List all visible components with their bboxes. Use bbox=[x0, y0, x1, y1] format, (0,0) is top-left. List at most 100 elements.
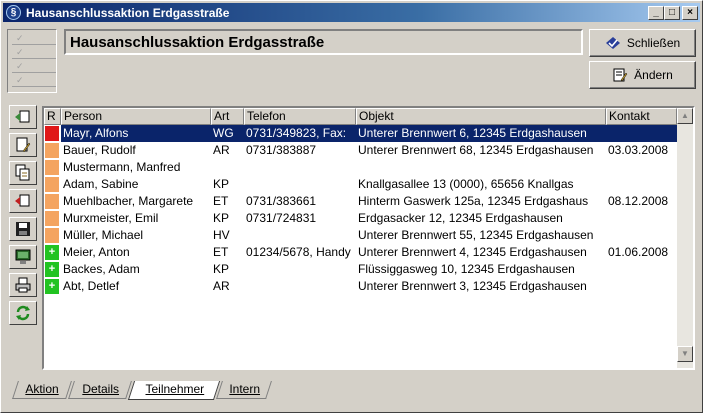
table-row[interactable]: Muehlbacher, Margarete ET 0731/383661 Hinte… bbox=[44, 193, 677, 210]
edit-doc-icon bbox=[613, 68, 628, 82]
cell-art: HV bbox=[213, 228, 230, 242]
participants-table: R Person Art Telefon Objekt Kontakt Mayr… bbox=[42, 106, 695, 370]
table-row[interactable]: Murxmeister, Emil KP 0731/724831 Erdgasacke… bbox=[44, 210, 677, 227]
table-row[interactable]: Müller, Michael HV Unterer Brennwert 55, 1… bbox=[44, 227, 677, 244]
cell-art: AR bbox=[213, 279, 230, 293]
scroll-up-button[interactable]: ▲ bbox=[677, 108, 693, 124]
scroll-down-button[interactable]: ▼ bbox=[677, 346, 693, 362]
status-marker bbox=[45, 143, 59, 158]
table-row[interactable]: Mustermann, Manfred bbox=[44, 159, 677, 176]
edit-entry-button[interactable] bbox=[9, 133, 37, 157]
maximize-button[interactable]: □ bbox=[664, 6, 680, 20]
cell-telefon: 01234/5678, Handy bbox=[246, 245, 351, 259]
remove-icon bbox=[15, 194, 30, 207]
cell-art: KP bbox=[213, 262, 230, 276]
check-icon: ✓ bbox=[12, 32, 56, 45]
cell-telefon: 0731/383661 bbox=[246, 194, 317, 208]
cell-objekt: Flüssiggasweg 10, 12345 Erdgashausen bbox=[358, 262, 575, 276]
cell-person: Adam, Sabine bbox=[63, 177, 139, 191]
monitor-icon bbox=[15, 249, 31, 264]
table-row[interactable]: + Backes, Adam KP Flüssiggasweg 10, 12345 E… bbox=[44, 261, 677, 278]
status-marker bbox=[45, 177, 59, 192]
cell-objekt bbox=[356, 159, 606, 176]
cell-telefon bbox=[244, 278, 356, 295]
table-row[interactable]: + Abt, Detlef AR Unterer Brennwert 3, 12345… bbox=[44, 278, 677, 295]
save-button[interactable] bbox=[9, 217, 37, 241]
column-header-objekt[interactable]: Objekt bbox=[356, 108, 606, 125]
cell-art: WG bbox=[211, 125, 244, 142]
app-window: § Hausanschlussaktion Erdgasstraße _ □ ×… bbox=[0, 0, 703, 413]
status-marker bbox=[45, 228, 59, 243]
copy-entry-button[interactable] bbox=[9, 161, 37, 185]
cell-objekt: Knallgasallee 13 (0000), 65656 Knallgas bbox=[358, 177, 574, 191]
action-title-field: Hausanschlussaktion Erdgasstraße bbox=[64, 29, 583, 55]
table-row[interactable]: Bauer, Rudolf AR 0731/383887 Unterer Brennw… bbox=[44, 142, 677, 159]
check-icon: ✓ bbox=[12, 46, 56, 59]
print-button[interactable] bbox=[9, 273, 37, 297]
tab-details[interactable]: Details bbox=[68, 381, 132, 399]
table-body: R Person Art Telefon Objekt Kontakt Mayr… bbox=[44, 108, 677, 368]
cell-art bbox=[211, 159, 244, 176]
cell-art: KP bbox=[213, 211, 230, 225]
app-icon: § bbox=[6, 5, 21, 20]
check-icon: ✓ bbox=[12, 74, 56, 87]
status-marker: + bbox=[45, 262, 59, 277]
cell-kontakt bbox=[606, 210, 677, 227]
cell-art: KP bbox=[213, 177, 230, 191]
cell-person: Backes, Adam bbox=[63, 262, 140, 276]
edit-button[interactable]: Ändern bbox=[589, 61, 696, 89]
cell-objekt: Hinterm Gaswerk 125a, 12345 Erdgashaus bbox=[358, 194, 589, 208]
status-checklist: ✓ ✓ ✓ ✓ bbox=[7, 29, 57, 93]
refresh-icon bbox=[16, 305, 30, 321]
cell-kontakt bbox=[606, 176, 677, 193]
status-marker bbox=[45, 194, 59, 209]
close-window-button[interactable]: × bbox=[682, 6, 698, 20]
cell-person: Mayr, Alfons bbox=[61, 125, 211, 142]
status-marker bbox=[45, 211, 59, 226]
minimize-button[interactable]: _ bbox=[648, 6, 664, 20]
cell-telefon bbox=[244, 176, 356, 193]
cell-kontakt bbox=[606, 125, 677, 142]
refresh-button[interactable] bbox=[9, 301, 37, 325]
tab-intern[interactable]: Intern bbox=[216, 381, 272, 399]
cell-objekt: Unterer Brennwert 55, 12345 Erdgashausen bbox=[358, 228, 594, 242]
cell-person: Bauer, Rudolf bbox=[63, 143, 136, 157]
add-entry-button[interactable] bbox=[9, 105, 37, 129]
check-diamond-icon bbox=[605, 37, 620, 49]
column-header-r[interactable]: R bbox=[44, 108, 61, 125]
column-header-telefon[interactable]: Telefon bbox=[244, 108, 356, 125]
cell-objekt: Unterer Brennwert 6, 12345 Erdgashausen bbox=[356, 125, 606, 142]
cell-person: Abt, Detlef bbox=[63, 279, 120, 293]
column-header-person[interactable]: Person bbox=[61, 108, 211, 125]
cell-kontakt bbox=[606, 159, 677, 176]
table-row[interactable]: Mayr, Alfons WG 0731/349823, Fax: Unterer B… bbox=[44, 125, 677, 142]
print-icon bbox=[15, 277, 31, 293]
cell-objekt: Unterer Brennwert 3, 12345 Erdgashausen bbox=[358, 279, 587, 293]
table-row[interactable]: Adam, Sabine KP Knallgasallee 13 (0000), 6… bbox=[44, 176, 677, 193]
cell-telefon bbox=[244, 227, 356, 244]
monitor-button[interactable] bbox=[9, 245, 37, 269]
remove-entry-button[interactable] bbox=[9, 189, 37, 213]
save-icon bbox=[16, 222, 30, 236]
tab-teilnehmer[interactable]: Teilnehmer bbox=[127, 381, 221, 400]
cell-person: Meier, Anton bbox=[63, 245, 130, 259]
title-bar[interactable]: § Hausanschlussaktion Erdgasstraße _ □ × bbox=[3, 3, 700, 22]
cell-art: ET bbox=[213, 245, 229, 259]
status-marker bbox=[45, 160, 59, 175]
check-icon: ✓ bbox=[12, 60, 56, 73]
cell-kontakt bbox=[606, 227, 677, 244]
tab-aktion[interactable]: Aktion bbox=[12, 381, 72, 399]
column-header-kontakt[interactable]: Kontakt bbox=[606, 108, 677, 125]
cell-person: Muehlbacher, Margarete bbox=[63, 194, 194, 208]
vertical-scrollbar[interactable]: ▲ ▼ bbox=[677, 108, 693, 368]
cell-kontakt: 08.12.2008 bbox=[608, 194, 669, 208]
table-row[interactable]: + Meier, Anton ET 01234/5678, Handy Unterer … bbox=[44, 244, 677, 261]
edit-doc-icon bbox=[16, 137, 31, 153]
cell-art: ET bbox=[213, 194, 229, 208]
close-button[interactable]: Schließen bbox=[589, 29, 696, 57]
column-header-art[interactable]: Art bbox=[211, 108, 244, 125]
cell-telefon bbox=[244, 261, 356, 278]
cell-kontakt: 03.03.2008 bbox=[608, 143, 669, 157]
close-button-label: Schließen bbox=[626, 36, 681, 50]
cell-objekt: Unterer Brennwert 4, 12345 Erdgashausen bbox=[358, 245, 587, 259]
